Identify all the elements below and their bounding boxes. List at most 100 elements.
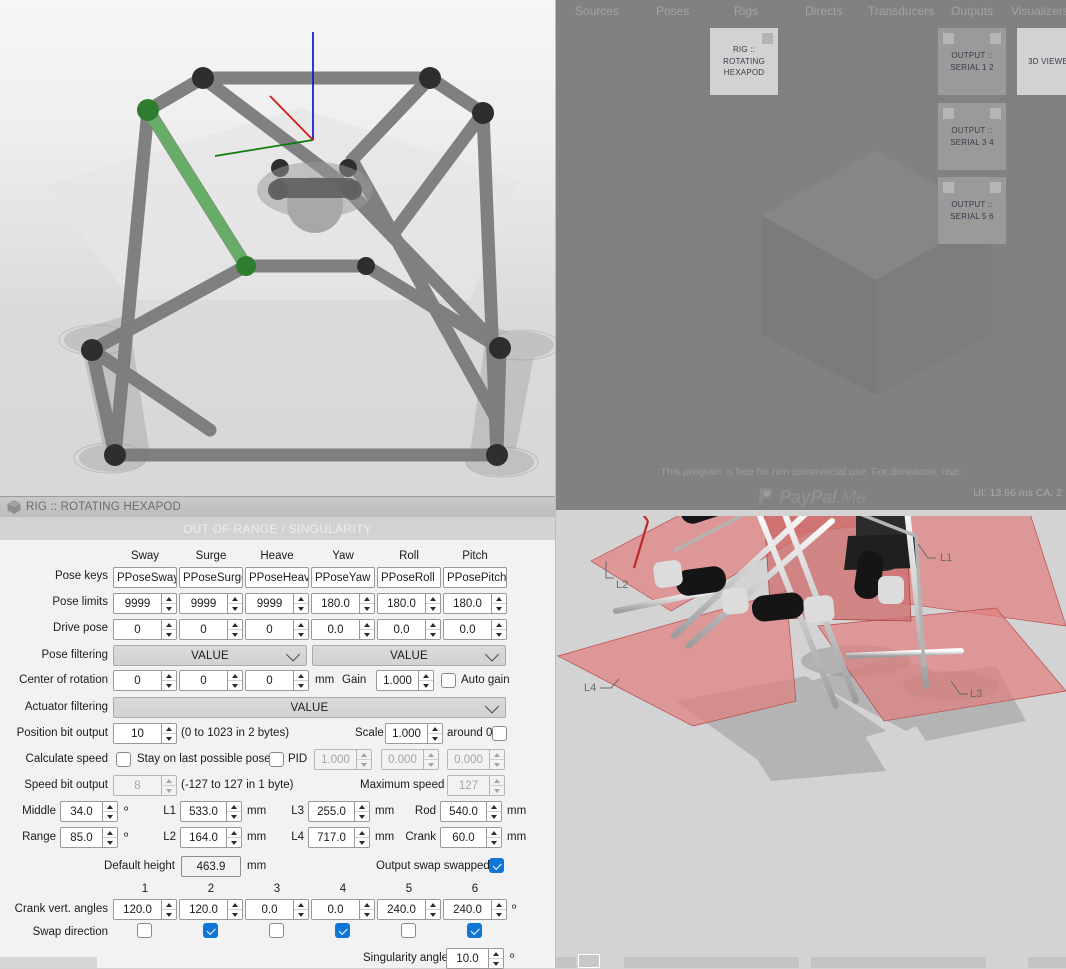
pose-limit-surge-spinner[interactable]: 9999 <box>179 593 243 614</box>
spinner-arrows[interactable] <box>486 828 501 847</box>
swap-direction-3-checkbox[interactable] <box>269 923 284 938</box>
toolbar-segment-4[interactable] <box>1028 957 1066 968</box>
position-bit-output-spinner[interactable]: 10 <box>113 723 177 744</box>
maximum-speed-spinner[interactable]: 127 <box>447 775 505 796</box>
node-port-in[interactable] <box>943 182 954 193</box>
node-port-out[interactable] <box>990 108 1001 119</box>
spinner-arrows[interactable] <box>226 828 241 847</box>
drive-pose-roll-spinner[interactable]: 0.0 <box>377 619 441 640</box>
bottom-toolbar[interactable] <box>556 950 1066 968</box>
pose-key-sway-input[interactable]: PPoseSway <box>113 567 177 588</box>
node-graph-panel[interactable]: Sources Poses Rigs Directs Transducers O… <box>556 0 1066 510</box>
node-rig-rotating-hexapod[interactable]: RIG :: ROTATING HEXAPOD <box>710 28 778 95</box>
stay-on-last-pose-checkbox[interactable] <box>269 752 284 767</box>
swap-direction-1-checkbox[interactable] <box>137 923 152 938</box>
drive-pose-yaw-spinner[interactable]: 0.0 <box>311 619 375 640</box>
spinner-arrows[interactable] <box>425 620 440 639</box>
spinner-arrows[interactable] <box>227 594 242 613</box>
node-port-out[interactable] <box>990 33 1001 44</box>
graph-tab-bar[interactable]: Sources Poses Rigs Directs Transducers O… <box>556 0 1066 24</box>
spinner-arrows[interactable] <box>102 802 117 821</box>
actuator-filtering-combo[interactable]: VALUE <box>113 697 506 718</box>
spinner-arrows[interactable] <box>425 900 440 919</box>
spinner-arrows[interactable] <box>491 620 506 639</box>
tab-visualizers[interactable]: Visualizers <box>1011 4 1066 18</box>
spinner-arrows[interactable] <box>359 900 374 919</box>
pose-limit-sway-spinner[interactable]: 9999 <box>113 593 177 614</box>
spinner-arrows[interactable] <box>354 802 369 821</box>
pid-p-spinner[interactable]: 1.000 <box>314 749 372 770</box>
node-port-out[interactable] <box>762 33 773 44</box>
spinner-arrows[interactable] <box>489 750 504 769</box>
toolbar-segment-selected[interactable] <box>578 954 600 968</box>
spinner-arrows[interactable] <box>491 900 506 919</box>
node-port-in[interactable] <box>943 33 954 44</box>
crank-angle-5-spinner[interactable]: 240.0 <box>377 899 441 920</box>
pose-limit-heave-spinner[interactable]: 9999 <box>245 593 309 614</box>
auto-gain-checkbox[interactable] <box>441 673 456 688</box>
center-of-rotation-z-spinner[interactable]: 0 <box>245 670 309 691</box>
l4-spinner[interactable]: 717.0 <box>308 827 370 848</box>
drive-pose-pitch-spinner[interactable]: 0.0 <box>443 619 507 640</box>
pose-key-roll-input[interactable]: PPoseRoll <box>377 567 441 588</box>
tab-transducers[interactable]: Transducers <box>868 4 934 18</box>
pose-filtering-right-combo[interactable]: VALUE <box>312 645 506 666</box>
tab-poses[interactable]: Poses <box>656 4 689 18</box>
calculate-speed-checkbox[interactable] <box>116 752 131 767</box>
range-spinner[interactable]: 85.0 <box>60 827 118 848</box>
spinner-arrows[interactable] <box>102 828 117 847</box>
node-port-out[interactable] <box>990 182 1001 193</box>
l3-spinner[interactable]: 255.0 <box>308 801 370 822</box>
spinner-arrows[interactable] <box>359 620 374 639</box>
crank-angle-2-spinner[interactable]: 120.0 <box>179 899 243 920</box>
pose-key-pitch-input[interactable]: PPosePitch <box>443 567 507 588</box>
rig-panel-header[interactable]: RIG :: ROTATING HEXAPOD <box>0 496 555 518</box>
node-output-serial-1-2[interactable]: OUTPUT :: SERIAL 1 2 <box>938 28 1006 95</box>
center-of-rotation-y-spinner[interactable]: 0 <box>179 670 243 691</box>
spinner-arrows[interactable] <box>418 671 433 690</box>
pose-key-yaw-input[interactable]: PPoseYaw <box>311 567 375 588</box>
spinner-arrows[interactable] <box>226 802 241 821</box>
spinner-arrows[interactable] <box>293 620 308 639</box>
spinner-arrows[interactable] <box>359 594 374 613</box>
spinner-arrows[interactable] <box>486 802 501 821</box>
pid-d-spinner[interactable]: 0.000 <box>447 749 505 770</box>
output-swap-checkbox[interactable] <box>489 858 504 873</box>
swap-direction-6-checkbox[interactable] <box>467 923 482 938</box>
gain-spinner[interactable]: 1.000 <box>376 670 434 691</box>
spinner-arrows[interactable] <box>293 671 308 690</box>
spinner-arrows[interactable] <box>161 724 176 743</box>
tab-sources[interactable]: Sources <box>575 4 619 18</box>
spinner-arrows[interactable] <box>489 776 504 795</box>
drive-pose-heave-spinner[interactable]: 0 <box>245 619 309 640</box>
node-output-serial-5-6[interactable]: OUTPUT :: SERIAL 5 6 <box>938 177 1006 244</box>
toolbar-segment-1[interactable] <box>556 957 576 968</box>
around-zero-checkbox[interactable] <box>492 726 507 741</box>
swap-direction-2-checkbox[interactable] <box>203 923 218 938</box>
speed-bit-output-spinner[interactable]: 8 <box>113 775 177 796</box>
singularity-angle-spinner[interactable]: 10.0 <box>446 948 504 969</box>
toolbar-segment-2[interactable] <box>624 957 799 968</box>
pose-limit-pitch-spinner[interactable]: 180.0 <box>443 593 507 614</box>
l2-spinner[interactable]: 164.0 <box>180 827 242 848</box>
swap-direction-5-checkbox[interactable] <box>401 923 416 938</box>
middle-spinner[interactable]: 34.0 <box>60 801 118 822</box>
spinner-arrows[interactable] <box>488 949 503 968</box>
node-port-in[interactable] <box>943 108 954 119</box>
node-3d-viewer[interactable]: 3D VIEWER <box>1017 28 1066 95</box>
drive-pose-sway-spinner[interactable]: 0 <box>113 619 177 640</box>
spinner-arrows[interactable] <box>227 671 242 690</box>
pose-limit-roll-spinner[interactable]: 180.0 <box>377 593 441 614</box>
spinner-arrows[interactable] <box>425 594 440 613</box>
spinner-arrows[interactable] <box>161 620 176 639</box>
spinner-arrows[interactable] <box>423 750 438 769</box>
rig-3d-viewer[interactable]: L1 L2 L3 L4 <box>556 516 1066 950</box>
pose-filtering-left-combo[interactable]: VALUE <box>113 645 307 666</box>
tab-rigs[interactable]: Rigs <box>734 4 758 18</box>
rig-3d-viewport[interactable] <box>0 0 555 496</box>
crank-angle-3-spinner[interactable]: 0.0 <box>245 899 309 920</box>
spinner-arrows[interactable] <box>227 620 242 639</box>
tab-outputs[interactable]: Outputs <box>951 4 993 18</box>
spinner-arrows[interactable] <box>161 776 176 795</box>
spinner-arrows[interactable] <box>427 724 442 743</box>
